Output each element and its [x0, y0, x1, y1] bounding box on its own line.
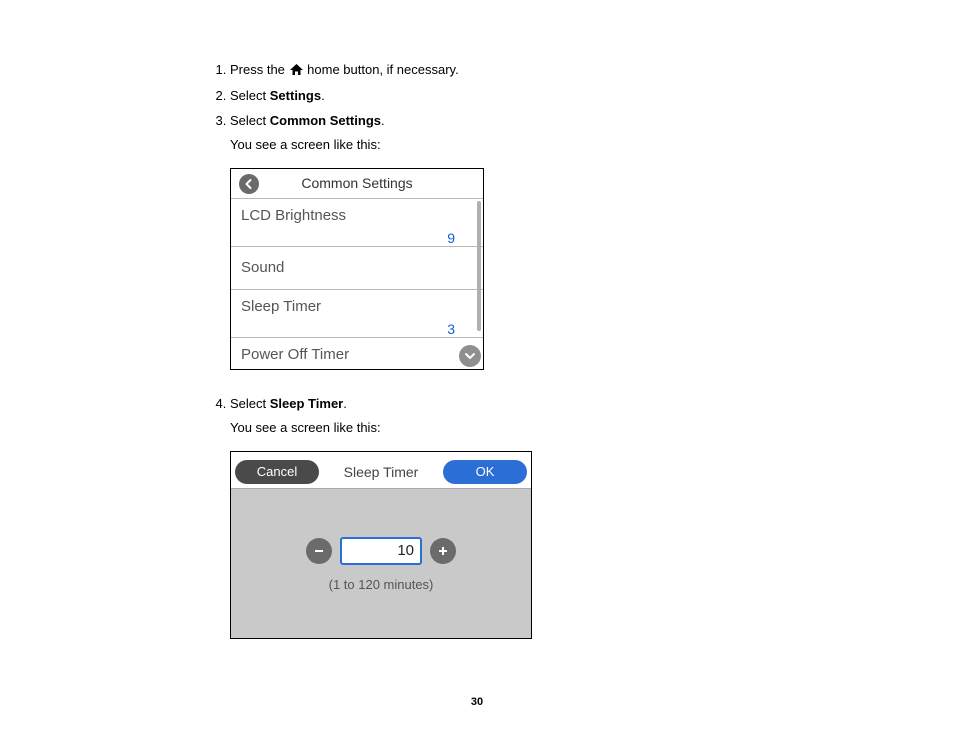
step-4-keyword: Sleep Timer [270, 396, 343, 411]
sleep-timer-value: 3 [241, 319, 473, 335]
scroll-down-button[interactable] [459, 345, 481, 367]
common-settings-screenshot: Common Settings LCD Brightness 9 Sound S… [230, 168, 484, 370]
step-1: Press the home button, if necessary. [230, 60, 954, 80]
step-4-subtext: You see a screen like this: [230, 418, 954, 438]
sleep-timer-row[interactable]: Sleep Timer 3 [231, 290, 483, 338]
step-2-keyword: Settings [270, 88, 321, 103]
power-off-timer-value: Off [241, 368, 473, 370]
screen2-title: Sleep Timer [319, 462, 443, 483]
lcd-brightness-value: 9 [241, 228, 473, 244]
power-off-timer-label: Power Off Timer [241, 344, 473, 367]
step-3-text-a: Select [230, 113, 266, 128]
sound-label: Sound [241, 257, 473, 280]
instruction-list: Press the home button, if necessary. Sel… [230, 60, 954, 639]
value-stepper: 10 [231, 489, 531, 565]
sleep-timer-label: Sleep Timer [241, 296, 473, 319]
settings-list: LCD Brightness 9 Sound Sleep Timer 3 Pow… [231, 199, 483, 370]
cancel-button[interactable]: Cancel [235, 460, 319, 484]
sound-row[interactable]: Sound [231, 247, 483, 291]
step-2-dot: . [321, 88, 325, 103]
back-button[interactable] [239, 174, 259, 194]
manual-page: Press the home button, if necessary. Sel… [0, 0, 954, 738]
sleep-timer-screenshot: Cancel Sleep Timer OK 10 [230, 451, 532, 639]
step-2-text-a: Select [230, 88, 266, 103]
step-3: Select Common Settings. You see a screen… [230, 111, 954, 370]
step-4: Select Sleep Timer. You see a screen lik… [230, 394, 954, 639]
page-number: 30 [0, 696, 954, 708]
step-1-text-b: home button, if necessary. [307, 62, 459, 77]
screenshot-topbar: Common Settings [231, 169, 483, 199]
step-1-text-a: Press the [230, 62, 285, 77]
step-3-subtext: You see a screen like this: [230, 135, 954, 155]
step-2: Select Settings. [230, 86, 954, 106]
step-4-dot: . [343, 396, 347, 411]
ok-button[interactable]: OK [443, 460, 527, 484]
screenshot2-topbar: Cancel Sleep Timer OK [231, 452, 531, 488]
range-hint: (1 to 120 minutes) [231, 575, 531, 595]
step-4-text-a: Select [230, 396, 266, 411]
increment-button[interactable] [430, 538, 456, 564]
screenshot2-body: 10 (1 to 120 minutes) [231, 488, 531, 639]
step-3-dot: . [381, 113, 385, 128]
step-3-keyword: Common Settings [270, 113, 381, 128]
screen-title: Common Settings [259, 173, 455, 194]
scrollbar[interactable] [477, 201, 481, 331]
decrement-button[interactable] [306, 538, 332, 564]
home-icon [289, 63, 304, 76]
lcd-brightness-label: LCD Brightness [241, 205, 473, 228]
timer-value-field[interactable]: 10 [340, 537, 422, 565]
lcd-brightness-row[interactable]: LCD Brightness 9 [231, 199, 483, 247]
power-off-timer-row[interactable]: Power Off Timer Off [231, 338, 483, 371]
